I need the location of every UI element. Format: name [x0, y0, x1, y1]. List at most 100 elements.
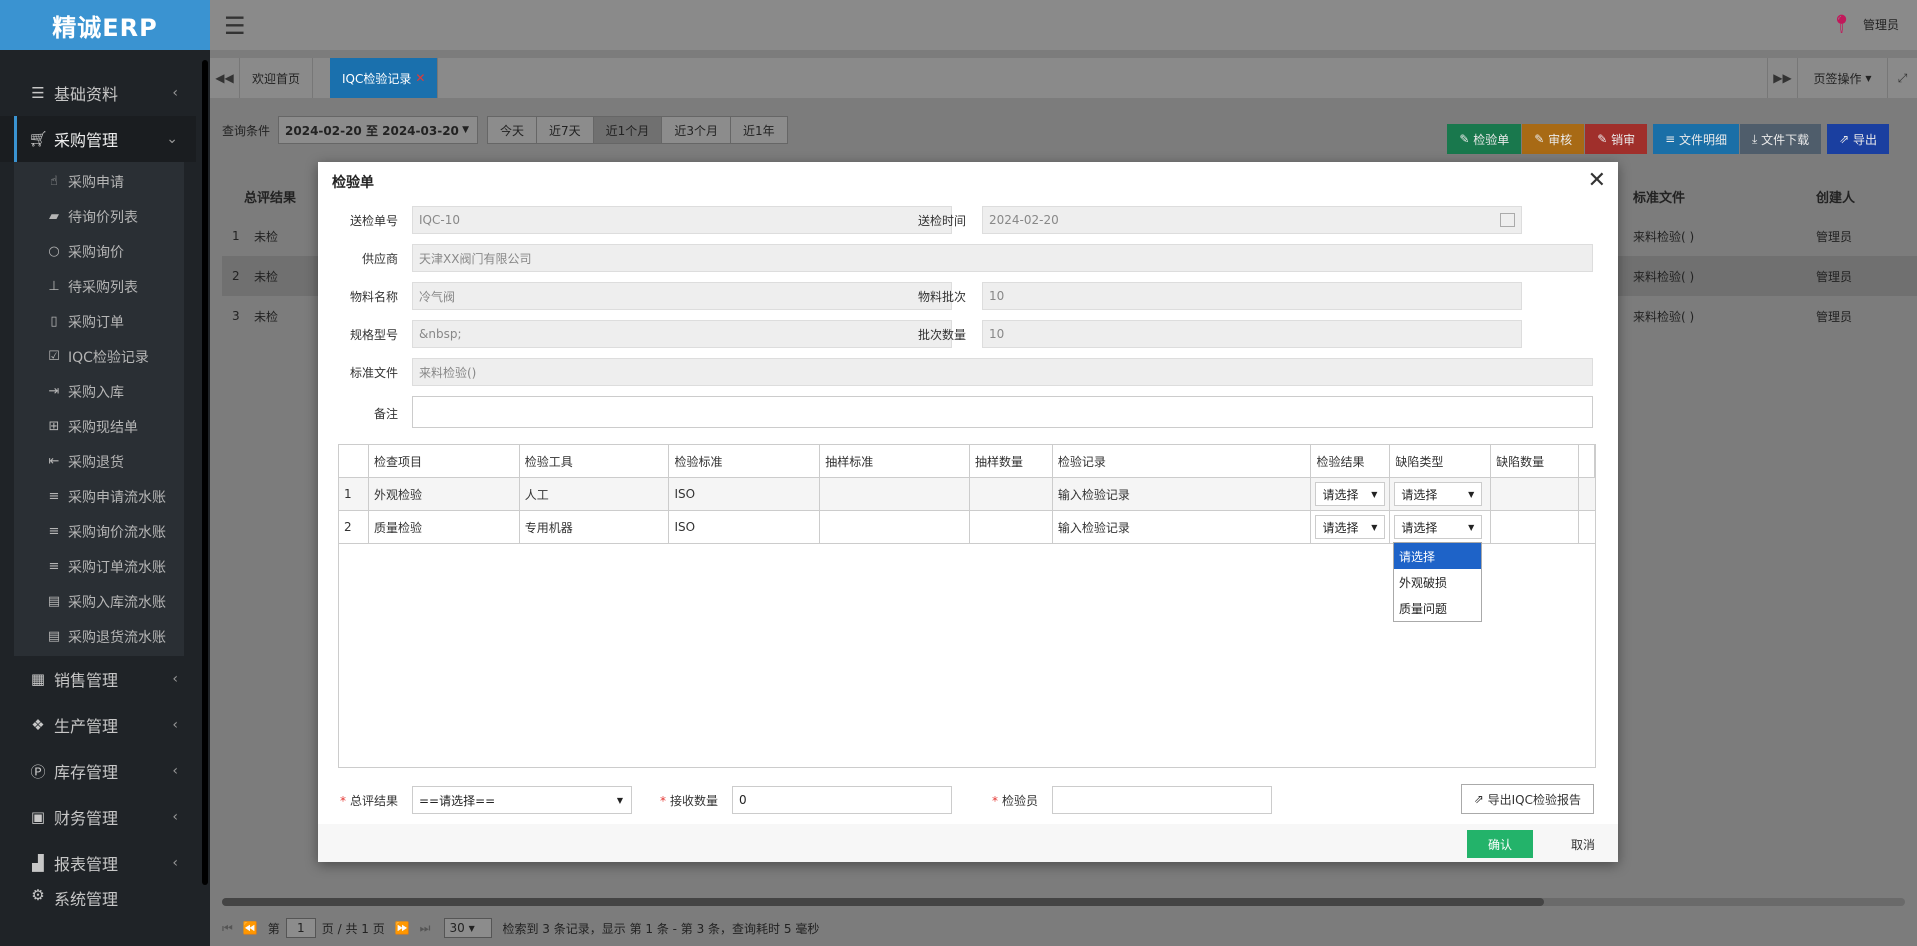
- audit-button[interactable]: ✎ 审核: [1522, 124, 1585, 154]
- submenu-item[interactable]: ≡ 采购申请流水账: [14, 479, 184, 514]
- cancel-button[interactable]: 取消: [1563, 830, 1603, 858]
- header-defect-type: 缺陷类型: [1390, 445, 1492, 477]
- file-download-button[interactable]: ⤓ 文件下载: [1739, 124, 1822, 154]
- sidebar-item-production[interactable]: ❖ 生产管理 ‹: [0, 702, 196, 748]
- submenu-item[interactable]: ▯ 采购订单: [14, 304, 184, 339]
- defect-select[interactable]: 请选择 ▼: [1394, 482, 1483, 506]
- close-icon[interactable]: ✕: [1588, 168, 1606, 193]
- quick-1month[interactable]: 近1个月: [592, 116, 663, 144]
- list-icon: ≡: [48, 559, 60, 574]
- required-icon: *: [340, 794, 346, 808]
- button-label: 销审: [1611, 132, 1636, 147]
- supplier-field[interactable]: 天津XX阀门有限公司: [412, 244, 1593, 272]
- required-icon: *: [660, 794, 666, 808]
- export-report-button[interactable]: ⇗ 导出IQC检验报告: [1460, 784, 1594, 814]
- submenu-label: 采购询价: [68, 244, 124, 261]
- gear-icon: ⚙: [31, 886, 45, 904]
- submenu-item[interactable]: ☑ IQC检验记录: [14, 339, 184, 374]
- qty-field[interactable]: 10: [982, 320, 1522, 348]
- result-select[interactable]: 请选择 ▼: [1315, 482, 1386, 506]
- dropdown-option[interactable]: 请选择: [1394, 543, 1481, 569]
- sidebar-item-purchase[interactable]: 🛒︎ 采购管理 ⌄: [0, 116, 196, 162]
- user-menu[interactable]: 📍︎ 管理员: [1830, 14, 1899, 35]
- submenu-item[interactable]: ⇥ 采购入库: [14, 374, 184, 409]
- submenu-item[interactable]: ⇤ 采购退货: [14, 444, 184, 479]
- row-sample-std[interactable]: [820, 478, 970, 510]
- page-prefix: 第: [267, 921, 280, 936]
- quick-7days[interactable]: 近7天: [536, 116, 594, 144]
- sidebar-item-basic-data[interactable]: ☰ 基础资料 ‹: [0, 70, 196, 116]
- submenu-item[interactable]: ≡ 采购订单流水账: [14, 549, 184, 584]
- page-input[interactable]: 1: [285, 918, 316, 938]
- record-input[interactable]: 输入检验记录: [1053, 511, 1312, 543]
- last-page-icon[interactable]: ⏭: [420, 921, 431, 936]
- defect-select[interactable]: 请选择 ▼: [1394, 515, 1483, 539]
- time-field[interactable]: 2024-02-20: [982, 206, 1522, 234]
- sidebar-item-finance[interactable]: ▣ 财务管理 ‹: [0, 794, 196, 840]
- row-sample-qty[interactable]: [970, 511, 1053, 543]
- tab-operations[interactable]: 页签操作 ▼: [1797, 58, 1887, 98]
- quick-1year[interactable]: 近1年: [729, 116, 788, 144]
- chevron-left-icon: ‹: [172, 763, 178, 779]
- defect-qty-input[interactable]: [1491, 511, 1580, 543]
- prev-page-icon[interactable]: ⏪: [243, 921, 258, 935]
- tab-home[interactable]: 欢迎首页: [240, 58, 314, 98]
- cancel-audit-button[interactable]: ✎ 销审: [1585, 124, 1648, 154]
- submenu-item[interactable]: ≡ 采购询价流水账: [14, 514, 184, 549]
- file-detail-button[interactable]: ≡ 文件明细: [1653, 124, 1739, 154]
- dropdown-option[interactable]: 质量问题: [1394, 595, 1481, 621]
- hamburger-icon[interactable]: ☰: [224, 12, 246, 40]
- sidebar-scrollbar[interactable]: [202, 60, 208, 885]
- tab-next-icon[interactable]: ▶▶: [1767, 58, 1797, 98]
- parking-icon: Ⓟ: [30, 762, 46, 781]
- defect-qty-input[interactable]: [1491, 478, 1580, 510]
- sidebar-item-sales[interactable]: ▦ 销售管理 ‹: [0, 656, 196, 702]
- calendar-icon[interactable]: [1500, 213, 1515, 227]
- accept-qty-input[interactable]: 0: [732, 786, 952, 814]
- quick-3months[interactable]: 近3个月: [661, 116, 731, 144]
- inspect-button[interactable]: ✎ 检验单: [1447, 124, 1522, 154]
- hand-icon: ☝: [50, 174, 58, 189]
- chart-icon: ▟: [32, 854, 44, 872]
- dropdown-option[interactable]: 外观破损: [1394, 569, 1481, 595]
- record-input[interactable]: 输入检验记录: [1053, 478, 1312, 510]
- page-size-select[interactable]: 30 ▼: [444, 918, 493, 938]
- batch-field[interactable]: 10: [982, 282, 1522, 310]
- tab-label: 欢迎首页: [252, 71, 301, 86]
- submenu-label: 采购入库: [68, 384, 124, 401]
- confirm-button[interactable]: 确认: [1467, 830, 1533, 858]
- submenu-item[interactable]: ☝ 采购申请: [14, 164, 184, 199]
- row-sample-std[interactable]: [820, 511, 970, 543]
- scrollbar-thumb[interactable]: [222, 898, 1544, 906]
- chevron-left-icon: ‹: [172, 671, 178, 687]
- overall-select[interactable]: ==请选择== ▼: [412, 786, 632, 814]
- horizontal-scrollbar[interactable]: [222, 898, 1905, 906]
- submenu-item[interactable]: ○ 采购询价: [14, 234, 184, 269]
- row-sample-qty[interactable]: [970, 478, 1053, 510]
- submenu-item[interactable]: ▤ 采购退货流水账: [14, 619, 184, 654]
- submenu-item[interactable]: ▰ 待询价列表: [14, 199, 184, 234]
- date-range-picker[interactable]: 2024-02-20 至 2024-03-20 ▼: [278, 116, 479, 144]
- export-button[interactable]: ⇗ 导出: [1827, 124, 1889, 154]
- first-page-icon[interactable]: ⏮: [222, 921, 233, 936]
- sidebar-item-system[interactable]: ⚙ 系统管理: [0, 886, 196, 906]
- tab-iqc-records[interactable]: IQC检验记录 ✕: [330, 58, 439, 98]
- row-std: 来料检验( ): [1633, 309, 1695, 324]
- sidebar-item-inventory[interactable]: Ⓟ 库存管理 ‹: [0, 748, 196, 794]
- quick-today[interactable]: 今天: [487, 116, 538, 144]
- fullscreen-icon[interactable]: ⤢: [1887, 58, 1917, 98]
- result-select[interactable]: 请选择 ▼: [1315, 515, 1386, 539]
- tab-prev-icon[interactable]: ◀◀: [210, 58, 240, 98]
- std-field[interactable]: 来料检验(): [412, 358, 1593, 386]
- remark-field[interactable]: [412, 396, 1593, 428]
- close-icon[interactable]: ✕: [415, 71, 425, 85]
- quick-range-group: 今天 近7天 近1个月 近3个月 近1年: [487, 116, 788, 144]
- submenu-item[interactable]: ▤ 采购入库流水账: [14, 584, 184, 619]
- submenu-item[interactable]: ⊥ 待采购列表: [14, 269, 184, 304]
- header-index: [339, 445, 369, 477]
- building-icon: ▦: [30, 670, 46, 688]
- inspector-input[interactable]: [1052, 786, 1272, 814]
- next-page-icon[interactable]: ⏩: [395, 921, 410, 935]
- submenu-item[interactable]: ⊞ 采购现结单: [14, 409, 184, 444]
- sidebar-item-reports[interactable]: ▟ 报表管理 ‹: [0, 840, 196, 886]
